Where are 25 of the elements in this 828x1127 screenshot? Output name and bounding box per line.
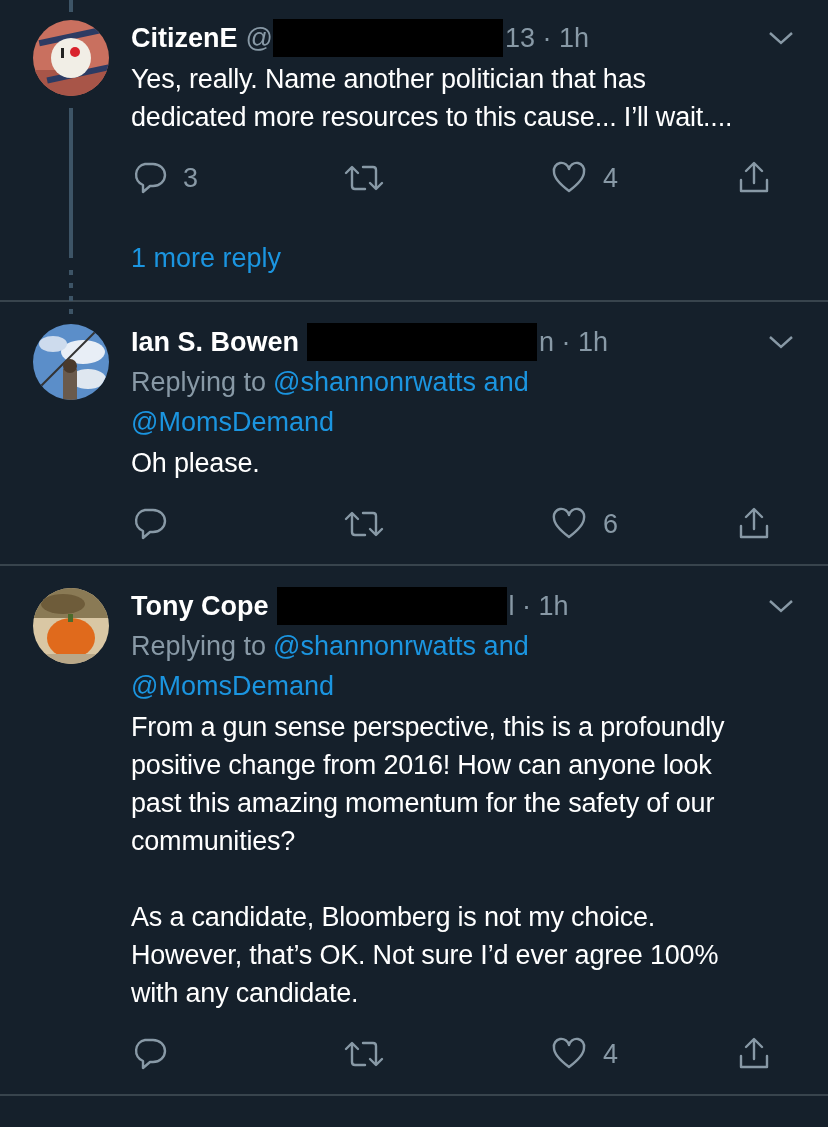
like-count: 4 bbox=[603, 1038, 619, 1070]
mention-link[interactable]: @MomsDemand bbox=[131, 671, 334, 701]
tweet-text: As a candidate, Bloomberg is not my choice. However, that’s OK. Not sure I’d ever agree 100% with any candidate. bbox=[131, 901, 720, 1010]
tweet-time: l · 1h bbox=[508, 590, 569, 622]
user-handle: @ bbox=[245, 22, 273, 54]
chevron-down-icon[interactable] bbox=[768, 30, 794, 46]
tweet-time: n · 1h bbox=[539, 326, 609, 358]
user-name[interactable]: Ian S. Bowen bbox=[131, 326, 300, 358]
mention-link[interactable]: @MomsDemand bbox=[131, 407, 334, 437]
replying-label: Replying to bbox=[131, 631, 267, 661]
more-replies-link[interactable]: 1 more reply bbox=[131, 243, 282, 273]
mention-link[interactable]: @shannonrwatts and bbox=[273, 631, 529, 661]
tweet-time: 13 · 1h bbox=[504, 22, 589, 54]
like-count: 6 bbox=[603, 508, 619, 540]
user-name[interactable]: Tony Cope bbox=[131, 590, 269, 622]
reply-count: 3 bbox=[183, 162, 199, 194]
like-count: 4 bbox=[603, 162, 619, 194]
mention-link[interactable]: @shannonrwatts and bbox=[273, 367, 529, 397]
chevron-down-icon[interactable] bbox=[768, 598, 794, 614]
chevron-down-icon[interactable] bbox=[768, 334, 794, 350]
tweet-text: Oh please. bbox=[131, 447, 261, 480]
replying-label: Replying to bbox=[131, 367, 267, 397]
tweet-text: Yes, really. Name another politician that has dedicated more resources to this cause... I’ll wait.... bbox=[131, 63, 734, 134]
tweet-text: From a gun sense perspective, this is a profoundly positive change from 2016! How can anyone look past this amazing momentum for the safety of our communities? bbox=[131, 711, 726, 858]
user-name[interactable]: CitizenE bbox=[131, 22, 238, 54]
